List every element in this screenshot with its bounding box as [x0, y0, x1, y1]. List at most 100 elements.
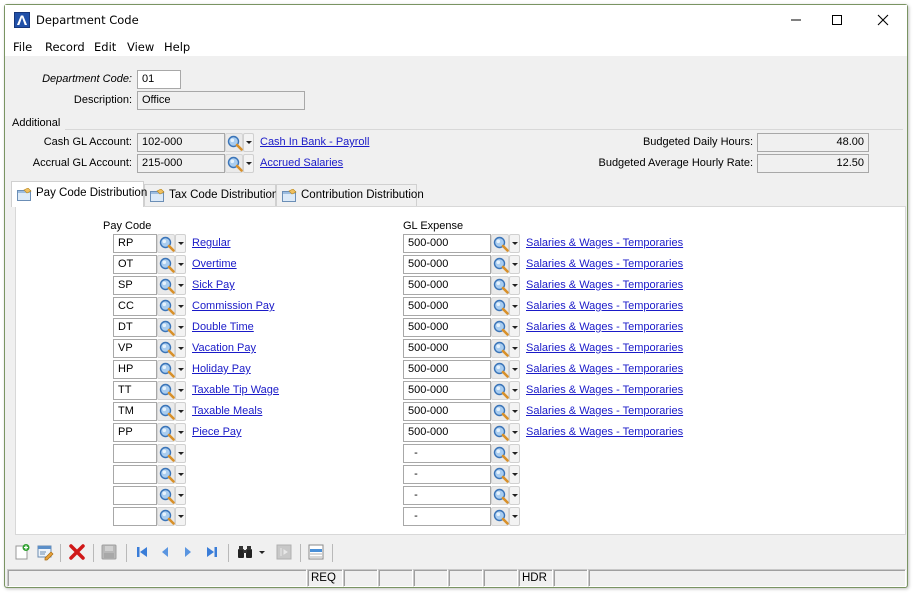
- close-button[interactable]: [860, 5, 906, 35]
- menu-edit[interactable]: Edit: [94, 40, 116, 54]
- pay-code-input[interactable]: TM: [113, 402, 157, 421]
- pay-code-dropdown-button[interactable]: [175, 486, 186, 505]
- menu-record[interactable]: Record: [45, 40, 85, 54]
- pay-code-lookup-button[interactable]: [157, 486, 175, 505]
- pay-code-lookup-button[interactable]: [157, 360, 175, 379]
- next-record-button[interactable]: [177, 540, 199, 564]
- pay-code-link[interactable]: Taxable Tip Wage: [192, 384, 279, 396]
- pay-code-input[interactable]: VP: [113, 339, 157, 358]
- gl-expense-lookup-button[interactable]: [491, 297, 509, 316]
- tab-contribution-distribution[interactable]: Contribution Distribution: [276, 184, 424, 206]
- gl-expense-input[interactable]: 500-000: [403, 402, 491, 421]
- gl-expense-dropdown-button[interactable]: [509, 255, 520, 274]
- pay-code-lookup-button[interactable]: [157, 339, 175, 358]
- gl-expense-lookup-button[interactable]: [491, 255, 509, 274]
- pay-code-input[interactable]: HP: [113, 360, 157, 379]
- gl-expense-dropdown-button[interactable]: [509, 276, 520, 295]
- pay-code-input[interactable]: TT: [113, 381, 157, 400]
- pay-code-link[interactable]: Double Time: [192, 321, 254, 333]
- pay-code-input[interactable]: DT: [113, 318, 157, 337]
- gl-expense-lookup-button[interactable]: [491, 486, 509, 505]
- gl-expense-link[interactable]: Salaries & Wages - Temporaries: [526, 363, 683, 375]
- gl-expense-link[interactable]: Salaries & Wages - Temporaries: [526, 405, 683, 417]
- gl-expense-dropdown-button[interactable]: [509, 318, 520, 337]
- pay-code-input[interactable]: SP: [113, 276, 157, 295]
- gl-expense-input[interactable]: 500-000: [403, 255, 491, 274]
- pay-code-lookup-button[interactable]: [157, 276, 175, 295]
- gl-expense-lookup-button[interactable]: [491, 423, 509, 442]
- pay-code-lookup-button[interactable]: [157, 507, 175, 526]
- pay-code-lookup-button[interactable]: [157, 255, 175, 274]
- accrual-gl-dropdown-button[interactable]: [243, 154, 254, 173]
- gl-expense-dropdown-button[interactable]: [509, 381, 520, 400]
- gl-expense-input[interactable]: 500-000: [403, 360, 491, 379]
- pay-code-link[interactable]: Holiday Pay: [192, 363, 251, 375]
- pay-code-lookup-button[interactable]: [157, 381, 175, 400]
- budgeted-daily-hours-input[interactable]: 48.00: [757, 133, 869, 152]
- pay-code-dropdown-button[interactable]: [175, 234, 186, 253]
- gl-expense-lookup-button[interactable]: [491, 339, 509, 358]
- gl-expense-input[interactable]: -: [403, 465, 491, 484]
- gl-expense-link[interactable]: Salaries & Wages - Temporaries: [526, 321, 683, 333]
- gl-expense-dropdown-button[interactable]: [509, 360, 520, 379]
- pay-code-input[interactable]: [113, 444, 157, 463]
- pay-code-dropdown-button[interactable]: [175, 339, 186, 358]
- gl-expense-dropdown-button[interactable]: [509, 339, 520, 358]
- department-code-input[interactable]: 01: [137, 70, 181, 89]
- description-input[interactable]: Office: [137, 91, 305, 110]
- pay-code-dropdown-button[interactable]: [175, 507, 186, 526]
- gl-expense-lookup-button[interactable]: [491, 381, 509, 400]
- cash-gl-input[interactable]: 102-000: [137, 133, 225, 152]
- new-record-button[interactable]: [11, 540, 33, 564]
- find-dropdown-button[interactable]: [256, 540, 268, 564]
- gl-expense-input[interactable]: 500-000: [403, 339, 491, 358]
- pay-code-input[interactable]: [113, 486, 157, 505]
- pay-code-input[interactable]: RP: [113, 234, 157, 253]
- list-view-button[interactable]: [305, 540, 327, 564]
- pay-code-lookup-button[interactable]: [157, 444, 175, 463]
- menu-help[interactable]: Help: [164, 40, 190, 54]
- pay-code-link[interactable]: Overtime: [192, 258, 237, 270]
- gl-expense-dropdown-button[interactable]: [509, 402, 520, 421]
- pay-code-input[interactable]: OT: [113, 255, 157, 274]
- pay-code-dropdown-button[interactable]: [175, 465, 186, 484]
- gl-expense-input[interactable]: 500-000: [403, 423, 491, 442]
- pay-code-lookup-button[interactable]: [157, 297, 175, 316]
- gl-expense-dropdown-button[interactable]: [509, 423, 520, 442]
- gl-expense-dropdown-button[interactable]: [509, 486, 520, 505]
- pay-code-lookup-button[interactable]: [157, 402, 175, 421]
- cash-gl-lookup-button[interactable]: [225, 133, 243, 152]
- pay-code-link[interactable]: Sick Pay: [192, 279, 235, 291]
- maximize-button[interactable]: [814, 5, 860, 35]
- pay-code-input[interactable]: [113, 465, 157, 484]
- cash-gl-link[interactable]: Cash In Bank - Payroll: [260, 136, 369, 148]
- save-button[interactable]: [98, 540, 120, 564]
- accrual-gl-lookup-button[interactable]: [225, 154, 243, 173]
- gl-expense-link[interactable]: Salaries & Wages - Temporaries: [526, 300, 683, 312]
- gl-expense-input[interactable]: 500-000: [403, 234, 491, 253]
- pay-code-link[interactable]: Piece Pay: [192, 426, 242, 438]
- pay-code-input[interactable]: [113, 507, 157, 526]
- gl-expense-input[interactable]: -: [403, 486, 491, 505]
- pay-code-dropdown-button[interactable]: [175, 360, 186, 379]
- pay-code-dropdown-button[interactable]: [175, 402, 186, 421]
- pay-code-dropdown-button[interactable]: [175, 297, 186, 316]
- pay-code-link[interactable]: Commission Pay: [192, 300, 275, 312]
- gl-expense-lookup-button[interactable]: [491, 465, 509, 484]
- pay-code-lookup-button[interactable]: [157, 234, 175, 253]
- pay-code-dropdown-button[interactable]: [175, 381, 186, 400]
- menu-file[interactable]: File: [13, 40, 32, 54]
- gl-expense-lookup-button[interactable]: [491, 444, 509, 463]
- minimize-button[interactable]: [773, 5, 819, 35]
- pay-code-lookup-button[interactable]: [157, 318, 175, 337]
- previous-record-button[interactable]: [154, 540, 176, 564]
- gl-expense-input[interactable]: 500-000: [403, 297, 491, 316]
- pay-code-dropdown-button[interactable]: [175, 318, 186, 337]
- pay-code-input[interactable]: CC: [113, 297, 157, 316]
- pay-code-dropdown-button[interactable]: [175, 423, 186, 442]
- gl-expense-dropdown-button[interactable]: [509, 507, 520, 526]
- accrual-gl-input[interactable]: 215-000: [137, 154, 225, 173]
- gl-expense-lookup-button[interactable]: [491, 402, 509, 421]
- gl-expense-link[interactable]: Salaries & Wages - Temporaries: [526, 258, 683, 270]
- gl-expense-input[interactable]: -: [403, 507, 491, 526]
